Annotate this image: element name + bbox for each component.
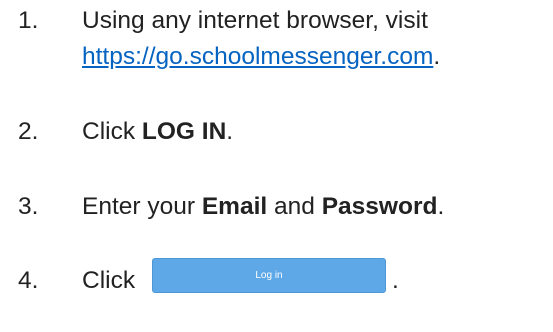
step-number: 4. xyxy=(18,267,39,294)
step-period: . xyxy=(392,267,399,294)
password-label: Password xyxy=(321,193,438,220)
email-label: Email xyxy=(201,193,268,220)
step-number: 2. xyxy=(18,118,39,145)
step-text: Using any internet browser, visit xyxy=(82,7,428,34)
step-text: Enter your xyxy=(82,193,202,220)
step-period: . xyxy=(433,43,441,70)
step-text-middle: and xyxy=(267,193,322,220)
step-period: . xyxy=(226,118,234,145)
login-label: LOG IN xyxy=(141,118,227,145)
step-number: 1. xyxy=(18,7,39,34)
step-text: Click xyxy=(82,267,136,294)
step-text: Click xyxy=(82,118,142,145)
schoolmessenger-link[interactable]: https://go.schoolmessenger.com xyxy=(82,43,433,70)
step-period: . xyxy=(437,193,445,220)
step-number: 3. xyxy=(18,193,39,220)
log-in-button[interactable]: Log in xyxy=(152,258,386,293)
